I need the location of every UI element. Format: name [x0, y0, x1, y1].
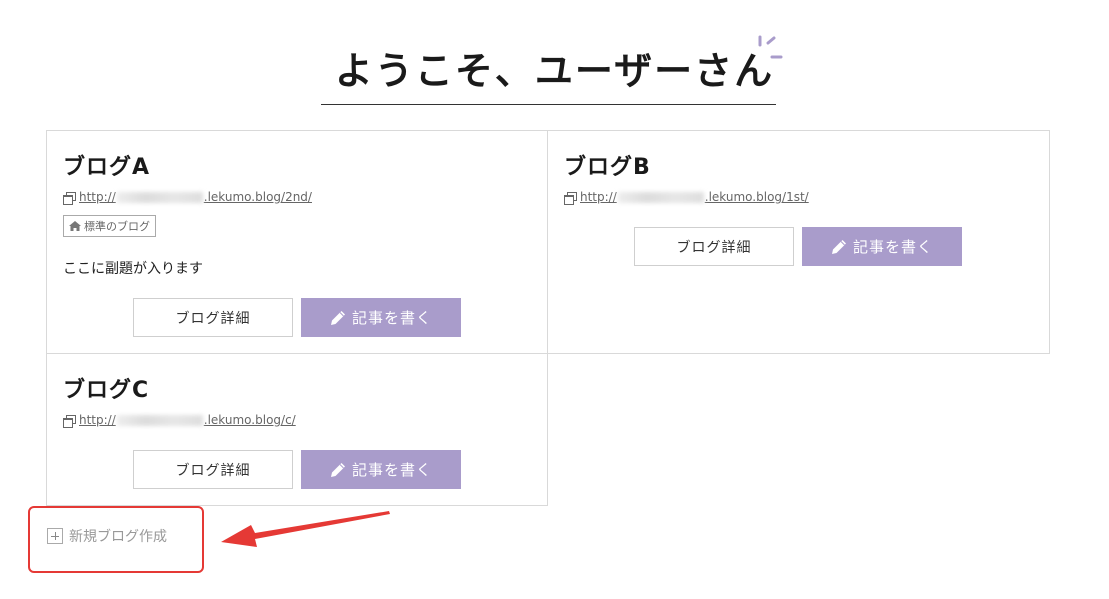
blog-url: http://.lekumo.blog/2nd/: [63, 190, 312, 205]
title-underline: [321, 104, 776, 105]
blog-card: ブログC http://.lekumo.blog/c/ ブログ詳細 記事を書く: [46, 353, 548, 506]
write-post-label: 記事を書く: [852, 238, 933, 256]
blog-card: ブログA http://.lekumo.blog/2nd/ 標準のブログ ここに…: [46, 130, 548, 354]
window-icon: [63, 414, 76, 428]
blog-subtitle: ここに副題が入ります: [63, 261, 203, 277]
annotation-arrow-icon: [221, 511, 390, 547]
pencil-icon: [330, 310, 345, 325]
blog-url-link[interactable]: http://.lekumo.blog/1st/: [580, 190, 809, 204]
sparkle-icon: [758, 35, 783, 59]
badge-label: 標準のブログ: [84, 220, 150, 233]
blog-list: ブログA http://.lekumo.blog/2nd/ 標準のブログ ここに…: [46, 130, 1050, 506]
write-post-label: 記事を書く: [351, 309, 432, 327]
pencil-icon: [330, 462, 345, 477]
blog-url: http://.lekumo.blog/1st/: [564, 190, 809, 205]
blog-detail-button[interactable]: ブログ詳細: [133, 298, 293, 337]
default-blog-badge: 標準のブログ: [63, 215, 156, 237]
blog-detail-button[interactable]: ブログ詳細: [133, 450, 293, 489]
annotation-highlight-box: [28, 506, 204, 573]
title-area: ようこそ、ユーザーさん: [0, 44, 1109, 102]
blog-url: http://.lekumo.blog/c/: [63, 413, 296, 428]
window-icon: [63, 191, 76, 205]
write-post-button[interactable]: 記事を書く: [301, 450, 461, 489]
write-post-label: 記事を書く: [351, 461, 432, 479]
page-title: ようこそ、ユーザーさん: [334, 49, 775, 93]
write-post-button[interactable]: 記事を書く: [301, 298, 461, 337]
blog-name: ブログC: [63, 378, 150, 403]
blog-url-link[interactable]: http://.lekumo.blog/2nd/: [79, 190, 312, 204]
home-icon: [69, 221, 81, 231]
pencil-icon: [831, 239, 846, 254]
window-icon: [564, 191, 577, 205]
blog-detail-button[interactable]: ブログ詳細: [634, 227, 794, 266]
redacted-subdomain: [116, 192, 203, 203]
blog-name: ブログB: [564, 155, 651, 180]
blog-url-link[interactable]: http://.lekumo.blog/c/: [79, 413, 296, 427]
write-post-button[interactable]: 記事を書く: [802, 227, 962, 266]
blog-name: ブログA: [63, 155, 151, 180]
redacted-subdomain: [617, 192, 704, 203]
blog-card: ブログB http://.lekumo.blog/1st/ ブログ詳細 記事を書…: [547, 130, 1050, 354]
redacted-subdomain: [116, 415, 203, 426]
